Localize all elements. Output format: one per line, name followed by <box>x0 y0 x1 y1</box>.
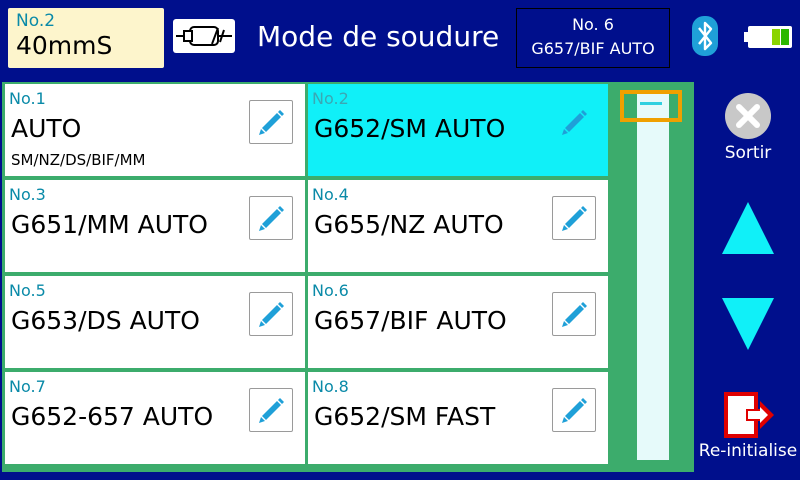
mode-number: No.5 <box>9 281 46 300</box>
mode-name: AUTO <box>11 114 82 143</box>
fiber-type-indicator[interactable]: No. 6 G657/BIF AUTO <box>516 8 670 68</box>
program-indicator[interactable]: No.2 40mmS <box>8 8 164 68</box>
mode-name: G652/SM FAST <box>314 402 496 431</box>
edit-mode-button[interactable] <box>249 388 293 432</box>
mode-name: G655/NZ AUTO <box>314 210 504 239</box>
mode-name: G651/MM AUTO <box>11 210 208 239</box>
mode-number: No.6 <box>312 281 349 300</box>
mode-cell[interactable]: No.6 G657/BIF AUTO <box>308 276 608 368</box>
fiber-number: No. 6 <box>572 15 614 34</box>
mode-number: No.7 <box>9 377 46 396</box>
program-value: 40mmS <box>16 31 113 60</box>
edit-mode-button[interactable] <box>249 196 293 240</box>
scrollbar-track[interactable] <box>637 92 669 460</box>
pencil-icon <box>259 110 284 135</box>
edit-mode-button[interactable] <box>552 292 596 336</box>
pencil-icon <box>259 206 284 231</box>
reset-button[interactable]: Re-initialise <box>696 392 800 472</box>
mode-number: No.2 <box>312 89 349 108</box>
fiber-type: G657/BIF AUTO <box>531 39 655 58</box>
mode-number: No.8 <box>312 377 349 396</box>
edit-mode-button[interactable] <box>249 292 293 336</box>
mode-name: G652-657 AUTO <box>11 402 214 431</box>
scroll-up-button[interactable] <box>720 200 776 256</box>
pencil-icon <box>259 398 284 423</box>
edit-mode-button[interactable] <box>552 196 596 240</box>
mode-name: G653/DS AUTO <box>11 306 200 335</box>
bluetooth-icon <box>692 16 718 56</box>
battery-icon <box>744 26 792 48</box>
pencil-icon <box>259 302 284 327</box>
mode-cell[interactable]: No.4 G655/NZ AUTO <box>308 180 608 272</box>
edit-mode-button[interactable] <box>249 100 293 144</box>
mode-name: G652/SM AUTO <box>314 114 506 143</box>
scroll-down-button[interactable] <box>720 296 776 352</box>
pencil-icon <box>562 206 587 231</box>
exit-label: Sortir <box>724 143 772 163</box>
mode-cell[interactable]: No.3 G651/MM AUTO <box>5 180 305 272</box>
mode-cell[interactable]: No.8 G652/SM FAST <box>308 372 608 464</box>
mode-number: No.4 <box>312 185 349 204</box>
edit-mode-button[interactable] <box>552 388 596 432</box>
mode-fiber-list: SM/NZ/DS/BIF/MM <box>11 151 146 169</box>
pencil-icon <box>562 110 587 135</box>
reset-label: Re-initialise <box>698 441 798 461</box>
mode-name: G657/BIF AUTO <box>314 306 507 335</box>
mode-cell[interactable]: No.2 G652/SM AUTO <box>308 84 608 176</box>
pencil-icon <box>562 302 587 327</box>
pencil-icon <box>562 398 587 423</box>
reset-exit-icon <box>724 392 774 438</box>
scrollbar-thumb[interactable] <box>620 90 682 122</box>
mode-cell[interactable]: No.5 G653/DS AUTO <box>5 276 305 368</box>
weld-mode-screen: No.2 40mmS Mode de soudure No. 6 G657/BI… <box>0 0 800 480</box>
fiber-holder-icon <box>173 19 235 53</box>
mode-cell[interactable]: No.1 AUTO SM/NZ/DS/BIF/MM <box>5 84 305 176</box>
mode-number: No.3 <box>9 185 46 204</box>
program-number: No.2 <box>16 11 56 31</box>
mode-cell[interactable]: No.7 G652-657 AUTO <box>5 372 305 464</box>
page-title: Mode de soudure <box>257 20 500 53</box>
edit-mode-button[interactable] <box>552 100 596 144</box>
exit-button[interactable]: Sortir <box>708 92 788 172</box>
close-icon <box>725 93 771 139</box>
mode-number: No.1 <box>9 89 46 108</box>
